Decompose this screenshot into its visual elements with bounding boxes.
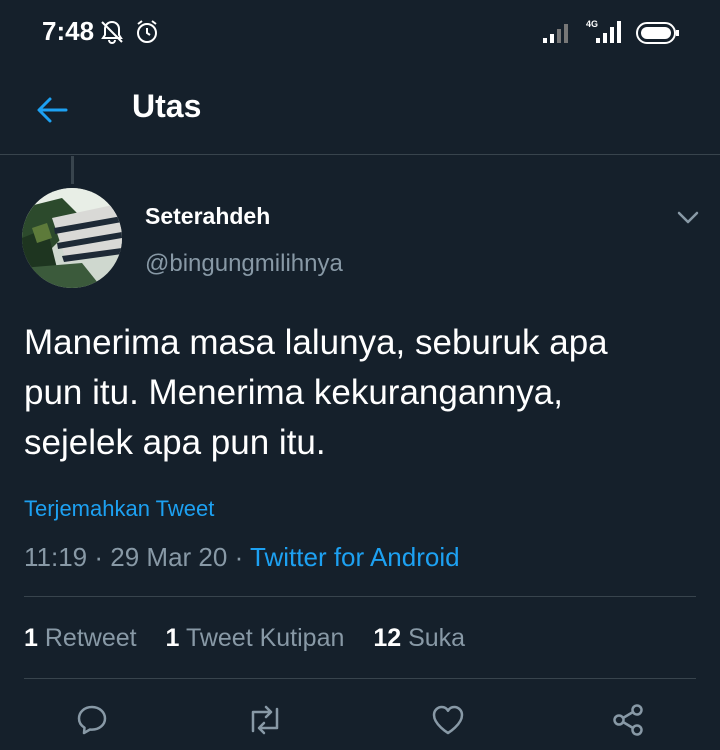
thread-connector-line: [71, 156, 74, 184]
retweets-count: 1: [24, 624, 38, 652]
user-handle[interactable]: @bingungmilihnya: [145, 250, 343, 278]
tweet-menu-button[interactable]: [670, 200, 706, 236]
quotes-label: Tweet Kutipan: [185, 624, 345, 652]
status-time: 7:48: [42, 16, 95, 46]
reply-button[interactable]: [70, 698, 114, 742]
likes-count: 12: [373, 624, 402, 652]
battery-icon: [636, 22, 680, 49]
tweet-time: 11:19: [24, 542, 88, 572]
likes-stat[interactable]: 12 Suka: [373, 624, 465, 653]
notifications-off-icon: [98, 18, 126, 51]
share-icon: [613, 704, 643, 736]
retweet-button[interactable]: [243, 698, 287, 742]
reply-icon: [77, 705, 107, 735]
tweet-text-line: sejelek apa pun itu.: [24, 423, 326, 462]
tweet-text: Manerima masa lalunya, seburuk apa pun i…: [24, 318, 704, 468]
heart-icon: [432, 705, 464, 735]
alarm-icon: [134, 18, 160, 51]
translate-tweet-link[interactable]: Terjemahkan Tweet: [24, 496, 214, 522]
back-button[interactable]: [30, 88, 74, 132]
retweets-label: Retweet: [44, 624, 137, 652]
likes-label: Suka: [408, 624, 466, 652]
retweet-icon: [251, 705, 279, 735]
like-button[interactable]: [426, 698, 470, 742]
meta-separator: ·: [234, 542, 244, 572]
share-button[interactable]: [606, 698, 650, 742]
tweet-meta: 11:19 · 29 Mar 20 · Twitter for Android: [24, 542, 460, 573]
retweets-stat[interactable]: 1 Retweet: [24, 624, 137, 653]
tweet-text-line: pun itu. Menerima kekurangannya,: [24, 373, 563, 412]
divider: [24, 678, 696, 679]
meta-separator: ·: [94, 542, 104, 572]
tweet-text-line: Manerima masa lalunya, seburuk apa: [24, 323, 608, 362]
signal-icon: [542, 22, 572, 49]
display-name[interactable]: Seterahdeh: [145, 203, 270, 230]
avatar[interactable]: [22, 188, 122, 288]
quotes-stat[interactable]: 1 Tweet Kutipan: [166, 624, 345, 653]
quotes-count: 1: [165, 624, 180, 652]
app-header: Utas: [0, 66, 720, 155]
page-title: Utas: [132, 88, 202, 124]
signal-4g-icon: 4G: [584, 18, 624, 49]
divider: [24, 596, 696, 597]
arrow-left-icon: [37, 97, 68, 123]
tweet-date: 29 Mar 20: [110, 542, 228, 572]
svg-text:4G: 4G: [586, 19, 598, 29]
status-bar: 7:48 4G: [0, 0, 720, 66]
tweet-source-link[interactable]: Twitter for Android: [250, 542, 460, 572]
chevron-down-icon: [677, 211, 699, 224]
engagement-stats: 1 Retweet 1 Tweet Kutipan 12 Suka: [24, 624, 487, 653]
